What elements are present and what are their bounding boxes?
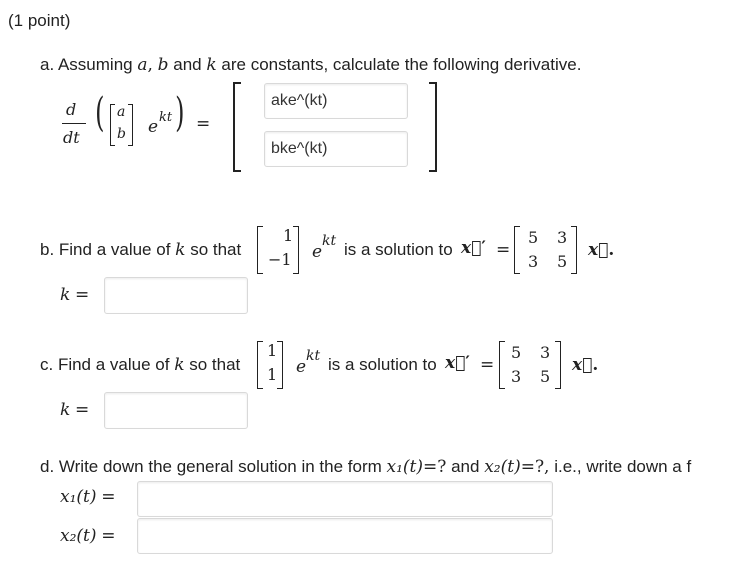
vector-c-right-bracket bbox=[277, 341, 283, 389]
points-label: (1 point) bbox=[8, 11, 71, 30]
vector-c-top: 1 bbox=[267, 341, 278, 360]
vector-a-top: a bbox=[117, 104, 126, 120]
part-a-prefix: a. Assuming bbox=[40, 55, 133, 74]
matrix-c-cell: 3 bbox=[511, 367, 522, 386]
var-a: a bbox=[137, 55, 148, 75]
derivative-numerator: d bbox=[66, 100, 77, 119]
vector-b-bottom: −1 bbox=[268, 250, 292, 269]
matrix-b-cell: 3 bbox=[528, 252, 539, 271]
close-paren: ) bbox=[175, 90, 185, 136]
var-b: b bbox=[157, 55, 169, 75]
and-text: and bbox=[451, 457, 480, 476]
so-that-text: so that bbox=[189, 355, 241, 374]
exp-power: kt bbox=[159, 110, 173, 125]
eq-question-1: =? bbox=[423, 457, 447, 477]
matrix-c-right-bracket bbox=[555, 341, 561, 389]
derivative-denominator: dt bbox=[63, 128, 80, 147]
x1-equals: = bbox=[101, 487, 116, 507]
vector-a-right-bracket bbox=[128, 104, 133, 146]
comma: , bbox=[147, 55, 153, 75]
answer-bottom-input[interactable]: bke^(kt) bbox=[264, 131, 408, 167]
exp-base: e bbox=[312, 242, 323, 262]
k-label: k bbox=[60, 400, 71, 420]
matrix-c-cell: 3 bbox=[540, 343, 551, 362]
fraction-bar bbox=[62, 123, 86, 124]
k-label-row: k = bbox=[60, 400, 89, 420]
x1-input[interactable] bbox=[137, 481, 553, 517]
x1t-inline: x₁(t) bbox=[386, 457, 424, 477]
x-vector-rhs: x⃗. bbox=[588, 240, 615, 260]
matrix-b-cell: 5 bbox=[557, 252, 568, 271]
part-d-question: d. Write down the general solution in th… bbox=[40, 457, 691, 477]
part-d-prefix: d. Write down the general solution in th… bbox=[40, 457, 382, 476]
is-solution-text: is a solution to bbox=[344, 240, 453, 259]
exp-power: kt bbox=[322, 233, 337, 249]
part-c-k-input[interactable] bbox=[104, 392, 248, 429]
part-a-question: a. Assuming a, b and k are constants, ca… bbox=[40, 55, 581, 75]
part-b-k-input[interactable] bbox=[104, 277, 248, 314]
eq-question-2: =?, bbox=[520, 457, 550, 477]
vector-b-left-bracket bbox=[257, 226, 263, 274]
x1-label: x₁(t) bbox=[60, 487, 97, 507]
exp-base: e bbox=[296, 357, 307, 377]
so-that-text: so that bbox=[190, 240, 242, 259]
equals-sign: = bbox=[496, 240, 511, 260]
k-equals: = bbox=[75, 285, 90, 305]
k-label: k bbox=[60, 285, 71, 305]
x2t-inline: x₂(t) bbox=[484, 457, 521, 477]
x-vector: x⃗′ bbox=[461, 238, 486, 258]
exp-base: e bbox=[148, 117, 159, 137]
x1-label-row: x₁(t) = bbox=[60, 487, 115, 507]
part-d-suffix: i.e., write down a f bbox=[554, 457, 692, 476]
is-solution-text: is a solution to bbox=[328, 355, 437, 374]
part-b-prefix: b. Find a value of bbox=[40, 240, 171, 259]
matrix-c-cell: 5 bbox=[540, 367, 551, 386]
x-vector-rhs: x⃗. bbox=[572, 355, 599, 375]
vector-b-top: 1 bbox=[283, 226, 294, 245]
vector-a-left-bracket bbox=[110, 104, 115, 146]
matrix-b-right-bracket bbox=[571, 226, 577, 274]
part-b-prefix-row: b. Find a value of k so that bbox=[40, 240, 241, 260]
equals-sign: = bbox=[480, 355, 495, 375]
vector-a-bottom: b bbox=[117, 126, 126, 142]
x2-label: x₂(t) bbox=[60, 526, 97, 546]
matrix-c-left-bracket bbox=[499, 341, 505, 389]
vector-c-bottom: 1 bbox=[267, 365, 278, 384]
answer-top-input[interactable]: ake^(kt) bbox=[264, 83, 408, 119]
var-k: k bbox=[174, 355, 185, 375]
matrix-b-cell: 3 bbox=[557, 228, 568, 247]
x2-equals: = bbox=[101, 526, 116, 546]
open-paren: ( bbox=[95, 90, 105, 136]
part-c-prefix-row: c. Find a value of k so that bbox=[40, 355, 240, 375]
answer-right-bracket bbox=[429, 82, 437, 172]
var-k: k bbox=[206, 55, 217, 75]
part-a-suffix: are constants, calculate the following d… bbox=[221, 55, 582, 74]
matrix-b-left-bracket bbox=[514, 226, 520, 274]
matrix-b-cell: 5 bbox=[528, 228, 539, 247]
x2-input[interactable] bbox=[137, 518, 553, 554]
k-label-row: k = bbox=[60, 285, 89, 305]
answer-left-bracket bbox=[233, 82, 241, 172]
vector-b-right-bracket bbox=[293, 226, 299, 274]
x2-label-row: x₂(t) = bbox=[60, 526, 115, 546]
exp-power: kt bbox=[306, 348, 321, 364]
equals-sign: = bbox=[196, 114, 211, 134]
part-c-prefix: c. Find a value of bbox=[40, 355, 170, 374]
k-equals: = bbox=[75, 400, 90, 420]
vector-c-left-bracket bbox=[257, 341, 263, 389]
x-vector: x⃗′ bbox=[445, 353, 470, 373]
matrix-c-cell: 5 bbox=[511, 343, 522, 362]
var-k: k bbox=[175, 240, 186, 260]
and-text: and bbox=[173, 55, 202, 74]
